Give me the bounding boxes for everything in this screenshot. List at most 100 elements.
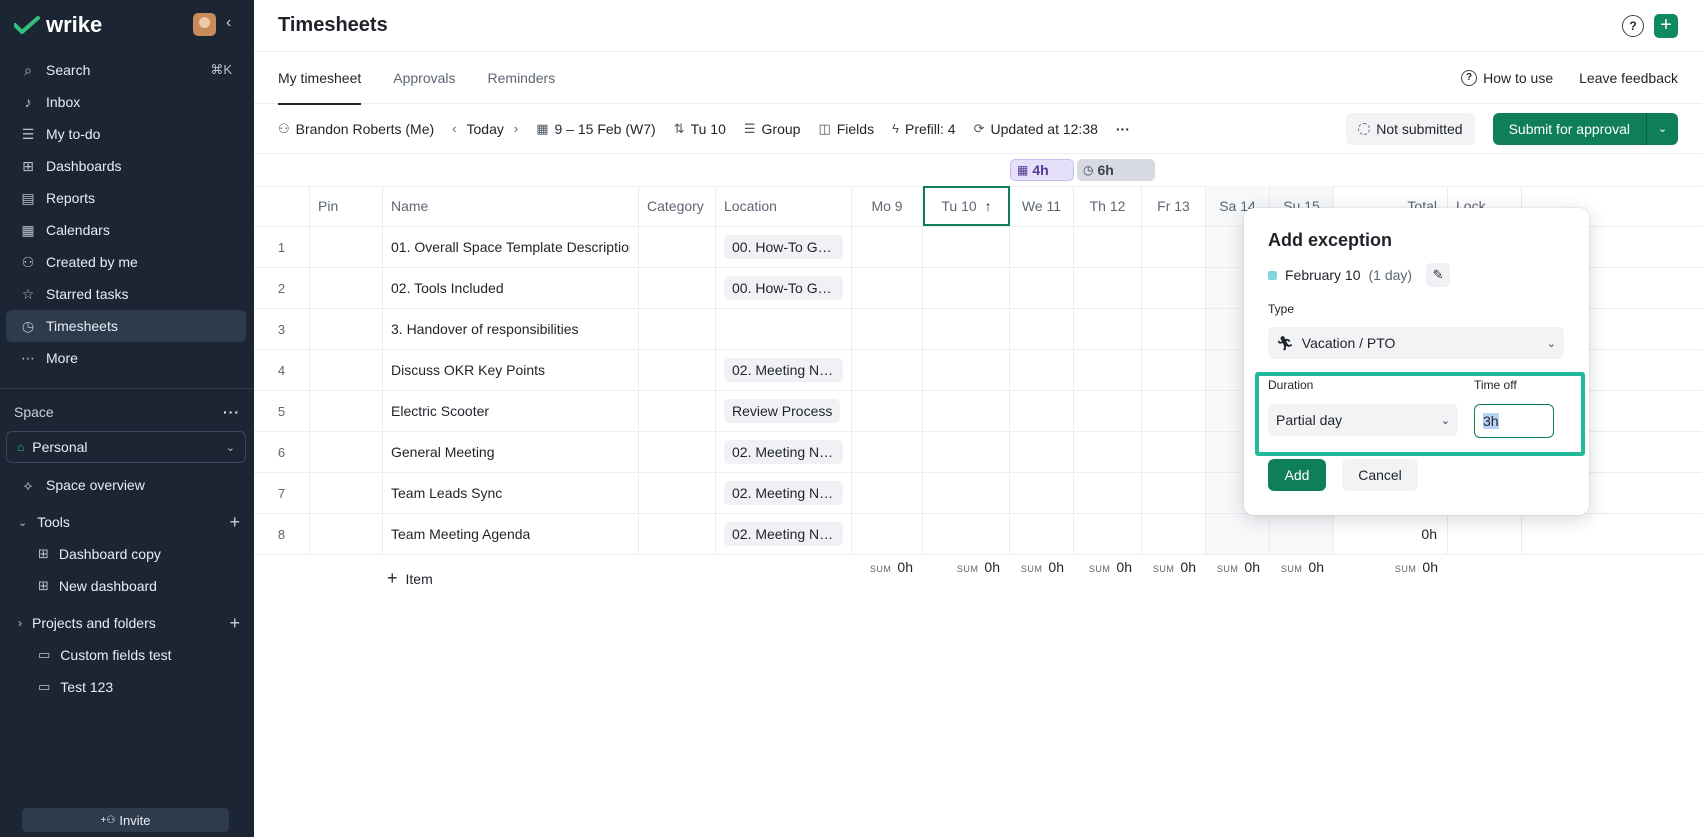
category-cell[interactable]	[639, 514, 716, 554]
day-cell-fr[interactable]	[1142, 350, 1206, 390]
pin-cell[interactable]	[310, 309, 383, 349]
day-cell-fr[interactable]	[1142, 391, 1206, 431]
add-item-button[interactable]: + Item	[387, 568, 433, 589]
pencil-icon[interactable]: ✎	[1426, 263, 1451, 287]
tree-item-custom-fields-test[interactable]: ▭ Custom fields test	[0, 639, 254, 671]
name-cell[interactable]: General Meeting	[383, 432, 639, 472]
day-cell-tu[interactable]	[923, 227, 1010, 267]
space-selector[interactable]: ⌂ Personal ⌄	[6, 431, 246, 463]
tools-section[interactable]: ⌄ Tools +	[0, 506, 254, 538]
location-tag[interactable]: 02. Meeting Notes	[724, 522, 843, 546]
location-cell[interactable]	[716, 309, 852, 349]
sidebar-item-my-todo[interactable]: ☰ My to-do	[6, 118, 246, 150]
location-cell[interactable]: 02. Meeting Notes	[716, 473, 852, 513]
sort-button[interactable]: ⇅ Tu 10	[674, 121, 726, 137]
sidebar-item-dashboards[interactable]: ⊞ Dashboards	[6, 150, 246, 182]
scheduled-hours-chip[interactable]: ◷ 6h	[1077, 159, 1155, 181]
day-cell-we[interactable]	[1010, 227, 1074, 267]
day-cell-we[interactable]	[1010, 268, 1074, 308]
day-cell-tu[interactable]	[923, 268, 1010, 308]
add-project-icon[interactable]: +	[229, 613, 240, 634]
column-header-we[interactable]: We 11	[1010, 186, 1074, 226]
day-cell-fr[interactable]	[1142, 473, 1206, 513]
day-cell-mo[interactable]	[852, 309, 923, 349]
column-header-pin[interactable]: Pin	[310, 186, 383, 226]
sidebar-item-created-by-me[interactable]: ⚇ Created by me	[6, 246, 246, 278]
add-tool-icon[interactable]: +	[229, 512, 240, 533]
wrike-logo[interactable]: wrike	[14, 12, 102, 38]
day-cell-th[interactable]	[1074, 227, 1142, 267]
day-cell-th[interactable]	[1074, 309, 1142, 349]
location-cell[interactable]: 02. Meeting Notes	[716, 432, 852, 472]
day-cell-th[interactable]	[1074, 350, 1142, 390]
chevron-left-icon[interactable]: ‹	[452, 121, 456, 136]
category-cell[interactable]	[639, 309, 716, 349]
name-cell[interactable]: Electric Scooter	[383, 391, 639, 431]
day-cell-tu[interactable]	[923, 391, 1010, 431]
name-cell[interactable]: Team Leads Sync	[383, 473, 639, 513]
leave-feedback-link[interactable]: Leave feedback	[1579, 70, 1678, 86]
day-cell-fr[interactable]	[1142, 309, 1206, 349]
day-cell-mo[interactable]	[852, 227, 923, 267]
type-select[interactable]: 🏃︎ Vacation / PTO ⌄	[1268, 327, 1564, 359]
chevron-right-icon[interactable]: ›	[514, 121, 518, 136]
day-cell-mo[interactable]	[852, 514, 923, 554]
avatar[interactable]	[193, 13, 216, 36]
invite-button[interactable]: +⚇ Invite	[22, 808, 229, 832]
day-cell-we[interactable]	[1010, 391, 1074, 431]
location-cell[interactable]: Review Process	[716, 391, 852, 431]
sidebar-item-calendars[interactable]: ▦ Calendars	[6, 214, 246, 246]
projects-section[interactable]: › Projects and folders +	[0, 607, 254, 639]
tab-reminders[interactable]: Reminders	[488, 52, 556, 104]
category-cell[interactable]	[639, 391, 716, 431]
category-cell[interactable]	[639, 268, 716, 308]
day-cell-fr[interactable]	[1142, 514, 1206, 554]
group-button[interactable]: ☰ Group	[744, 121, 801, 137]
location-tag[interactable]: 00. How-To Guides	[724, 276, 843, 300]
day-cell-fr[interactable]	[1142, 432, 1206, 472]
table-row[interactable]: 8 Team Meeting Agenda 02. Meeting Notes 0h	[254, 514, 1702, 555]
sidebar-item-inbox[interactable]: ♪ Inbox	[6, 86, 246, 118]
location-cell[interactable]: 02. Meeting Notes	[716, 514, 852, 554]
day-cell-tu[interactable]	[923, 350, 1010, 390]
day-cell-sa[interactable]	[1206, 514, 1270, 554]
day-cell-th[interactable]	[1074, 268, 1142, 308]
name-cell[interactable]: Team Meeting Agenda	[383, 514, 639, 554]
sidebar-item-timesheets[interactable]: ◷ Timesheets	[6, 310, 246, 342]
day-cell-we[interactable]	[1010, 514, 1074, 554]
column-header-fr[interactable]: Fr 13	[1142, 186, 1206, 226]
location-cell[interactable]: 00. How-To Guides	[716, 227, 852, 267]
location-tag[interactable]: 02. Meeting Notes	[724, 358, 843, 382]
column-header-tu[interactable]: Tu 10 ↑	[923, 186, 1010, 226]
more-options-icon[interactable]: ···	[1116, 121, 1130, 137]
today-button[interactable]: Today	[467, 121, 504, 137]
pin-cell[interactable]	[310, 514, 383, 554]
day-cell-tu[interactable]	[923, 514, 1010, 554]
tree-item-test-123[interactable]: ▭ Test 123	[0, 671, 254, 703]
day-cell-mo[interactable]	[852, 391, 923, 431]
tree-item-dashboard-copy[interactable]: ⊞ Dashboard copy	[0, 538, 254, 570]
column-header-location[interactable]: Location	[716, 186, 852, 226]
name-cell[interactable]: 02. Tools Included	[383, 268, 639, 308]
pin-cell[interactable]	[310, 432, 383, 472]
day-cell-th[interactable]	[1074, 391, 1142, 431]
day-cell-we[interactable]	[1010, 309, 1074, 349]
help-icon[interactable]: ?	[1622, 14, 1644, 37]
collapse-sidebar-icon[interactable]: ‹	[226, 14, 231, 32]
user-filter[interactable]: ⚇ Brandon Roberts (Me)	[278, 121, 434, 137]
pin-cell[interactable]	[310, 268, 383, 308]
location-cell[interactable]: 02. Meeting Notes	[716, 350, 852, 390]
location-tag[interactable]: Review Process	[724, 399, 841, 423]
day-cell-we[interactable]	[1010, 350, 1074, 390]
tree-item-new-dashboard[interactable]: ⊞ New dashboard	[0, 570, 254, 602]
location-tag[interactable]: 02. Meeting Notes	[724, 481, 843, 505]
cancel-button[interactable]: Cancel	[1342, 459, 1418, 491]
category-cell[interactable]	[639, 432, 716, 472]
day-cell-tu[interactable]	[923, 309, 1010, 349]
name-cell[interactable]: 3. Handover of responsibilities	[383, 309, 639, 349]
day-cell-th[interactable]	[1074, 473, 1142, 513]
refresh-status[interactable]: ⟳ Updated at 12:38	[974, 121, 1098, 137]
tab-my-timesheet[interactable]: My timesheet	[278, 52, 362, 105]
total-cell[interactable]: 0h	[1334, 514, 1448, 554]
fields-button[interactable]: ◫ Fields	[818, 121, 874, 137]
